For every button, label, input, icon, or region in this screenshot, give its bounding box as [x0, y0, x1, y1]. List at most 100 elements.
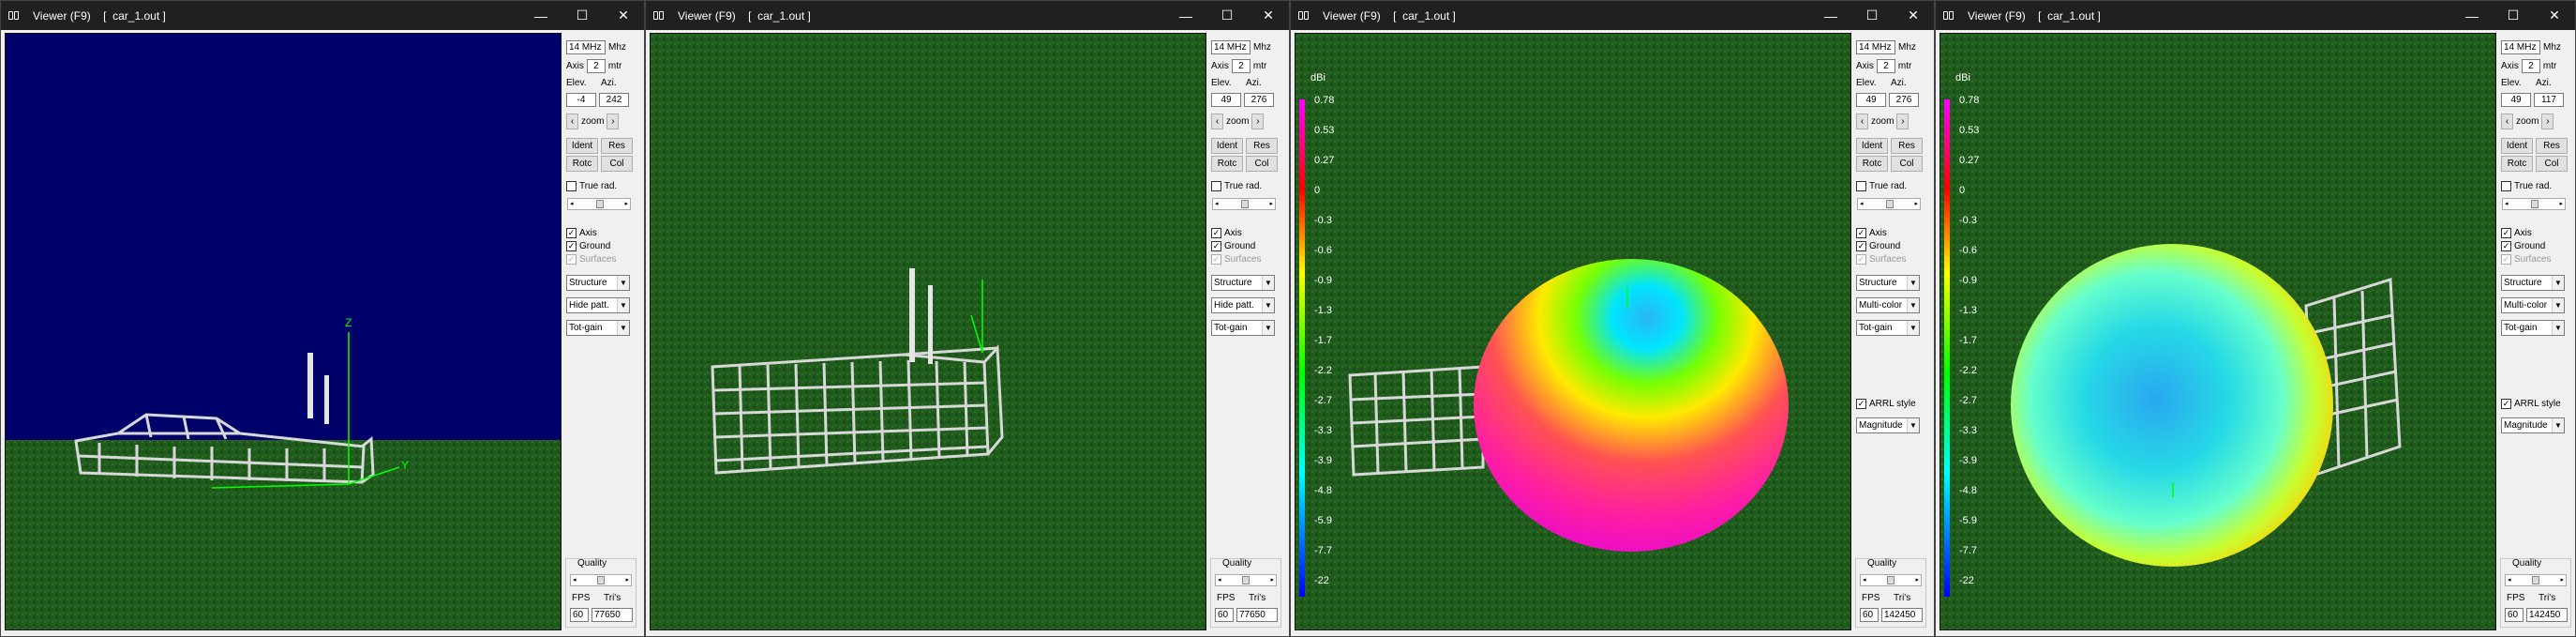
- gain-dropdown[interactable]: Tot-gain ▼: [1856, 320, 1920, 336]
- ident-button[interactable]: Ident: [2501, 138, 2533, 154]
- zoom-out-button[interactable]: ‹: [566, 114, 578, 129]
- true-rad-slider[interactable]: ◂ ▸: [567, 198, 631, 210]
- zoom-in-button[interactable]: ›: [2541, 114, 2554, 129]
- surfaces-checkbox[interactable]: ✓: [1211, 254, 1221, 265]
- res-button[interactable]: Res: [601, 138, 633, 154]
- close-icon[interactable]: ✕: [2534, 1, 2575, 30]
- pattern-dropdown[interactable]: Multi-color ▼: [1856, 297, 1920, 313]
- azimuth-field[interactable]: 276: [1889, 93, 1919, 107]
- maximize-icon[interactable]: ☐: [562, 1, 603, 30]
- maximize-icon[interactable]: ☐: [1206, 1, 1248, 30]
- true-rad-slider[interactable]: ◂ ▸: [2502, 198, 2566, 210]
- azimuth-field[interactable]: 276: [1244, 93, 1274, 107]
- axis-length-field[interactable]: 2: [1231, 59, 1251, 73]
- axis-length-field[interactable]: 2: [2521, 59, 2540, 73]
- col-button[interactable]: Col: [2536, 156, 2568, 172]
- structure-dropdown[interactable]: Structure ▼: [1211, 275, 1275, 291]
- elevation-field[interactable]: 49: [1856, 93, 1886, 107]
- col-button[interactable]: Col: [1891, 156, 1923, 172]
- arrl-style-checkbox[interactable]: ✓: [2501, 399, 2511, 409]
- ground-checkbox[interactable]: ✓: [1856, 241, 1866, 251]
- axis-checkbox[interactable]: ✓: [1211, 228, 1221, 238]
- res-button[interactable]: Res: [1246, 138, 1278, 154]
- true-rad-slider[interactable]: ◂ ▸: [1212, 198, 1276, 210]
- zoom-in-button[interactable]: ›: [607, 114, 620, 129]
- frequency-field[interactable]: 14 MHz: [1211, 40, 1251, 54]
- 3d-viewport[interactable]: Z Y: [5, 33, 562, 630]
- true-rad-slider[interactable]: ◂ ▸: [1857, 198, 1921, 210]
- frequency-field[interactable]: 14 MHz: [566, 40, 606, 54]
- minimize-icon[interactable]: —: [520, 1, 562, 30]
- axis-length-field[interactable]: 2: [586, 59, 606, 73]
- frequency-field[interactable]: 14 MHz: [1856, 40, 1895, 54]
- quality-slider[interactable]: ◂ ▸: [2505, 574, 2567, 586]
- title-bar[interactable]: Viewer (F9) [ car_1.out ] — ☐ ✕: [646, 1, 1289, 30]
- res-button[interactable]: Res: [1891, 138, 1923, 154]
- ident-button[interactable]: Ident: [1211, 138, 1243, 154]
- rotc-button[interactable]: Rotc: [1856, 156, 1888, 172]
- ground-checkbox[interactable]: ✓: [2501, 241, 2511, 251]
- true-rad-checkbox[interactable]: [566, 181, 577, 191]
- minimize-icon[interactable]: —: [1165, 1, 1206, 30]
- minimize-icon[interactable]: —: [1810, 1, 1851, 30]
- structure-dropdown[interactable]: Structure ▼: [1856, 275, 1920, 291]
- gain-dropdown[interactable]: Tot-gain ▼: [1211, 320, 1275, 336]
- axis-checkbox[interactable]: ✓: [2501, 228, 2511, 238]
- 3d-viewport[interactable]: dBi 0.78 0.53 0.27 0 -0.3 -0.6 -0.9 -1.3…: [1295, 33, 1851, 630]
- maximize-icon[interactable]: ☐: [1851, 1, 1893, 30]
- frequency-field[interactable]: 14 MHz: [2501, 40, 2540, 54]
- pattern-dropdown[interactable]: Hide patt. ▼: [1211, 297, 1275, 313]
- structure-dropdown[interactable]: Structure ▼: [2501, 275, 2565, 291]
- zoom-out-button[interactable]: ‹: [1211, 114, 1223, 129]
- azimuth-field[interactable]: 117: [2534, 93, 2564, 107]
- 3d-viewport[interactable]: dBi 0.78 0.53 0.27 0 -0.3 -0.6 -0.9 -1.3…: [1939, 33, 2496, 630]
- elevation-field[interactable]: 49: [1211, 93, 1241, 107]
- title-bar[interactable]: Viewer (F9) [ car_1.out ] — ☐ ✕: [1936, 1, 2575, 30]
- ground-checkbox[interactable]: ✓: [1211, 241, 1221, 251]
- structure-dropdown[interactable]: Structure ▼: [566, 275, 630, 291]
- rotc-button[interactable]: Rotc: [1211, 156, 1243, 172]
- zoom-out-button[interactable]: ‹: [2501, 114, 2513, 129]
- true-rad-checkbox[interactable]: [2501, 181, 2511, 191]
- minimize-icon[interactable]: —: [2451, 1, 2493, 30]
- azimuth-field[interactable]: 242: [599, 93, 629, 107]
- ident-button[interactable]: Ident: [1856, 138, 1888, 154]
- maximize-icon[interactable]: ☐: [2493, 1, 2534, 30]
- pattern-dropdown[interactable]: Multi-color ▼: [2501, 297, 2565, 313]
- axis-checkbox[interactable]: ✓: [1856, 228, 1866, 238]
- quality-slider[interactable]: ◂ ▸: [570, 574, 632, 586]
- rotc-button[interactable]: Rotc: [566, 156, 598, 172]
- magnitude-dropdown[interactable]: Magnitude ▼: [2501, 417, 2565, 433]
- magnitude-dropdown[interactable]: Magnitude ▼: [1856, 417, 1920, 433]
- gain-dropdown[interactable]: Tot-gain ▼: [566, 320, 630, 336]
- axis-checkbox[interactable]: ✓: [566, 228, 577, 238]
- title-bar[interactable]: Viewer (F9) [ car_1.out ] — ☐ ✕: [1291, 1, 1934, 30]
- elevation-field[interactable]: 49: [2501, 93, 2531, 107]
- gain-dropdown[interactable]: Tot-gain ▼: [2501, 320, 2565, 336]
- surfaces-checkbox[interactable]: ✓: [566, 254, 577, 265]
- zoom-in-button[interactable]: ›: [1251, 114, 1265, 129]
- close-icon[interactable]: ✕: [1893, 1, 1934, 30]
- close-icon[interactable]: ✕: [1248, 1, 1289, 30]
- surfaces-checkbox[interactable]: ✓: [1856, 254, 1866, 265]
- surfaces-checkbox[interactable]: ✓: [2501, 254, 2511, 265]
- ident-button[interactable]: Ident: [566, 138, 598, 154]
- res-button[interactable]: Res: [2536, 138, 2568, 154]
- col-button[interactable]: Col: [601, 156, 633, 172]
- close-icon[interactable]: ✕: [603, 1, 644, 30]
- pattern-dropdown[interactable]: Hide patt. ▼: [566, 297, 630, 313]
- quality-slider[interactable]: ◂ ▸: [1215, 574, 1277, 586]
- zoom-in-button[interactable]: ›: [1896, 114, 1910, 129]
- 3d-viewport[interactable]: [650, 33, 1206, 630]
- true-rad-checkbox[interactable]: [1211, 181, 1221, 191]
- axis-length-field[interactable]: 2: [1876, 59, 1895, 73]
- col-button[interactable]: Col: [1246, 156, 1278, 172]
- elevation-field[interactable]: -4: [566, 93, 596, 107]
- rotc-button[interactable]: Rotc: [2501, 156, 2533, 172]
- arrl-style-checkbox[interactable]: ✓: [1856, 399, 1866, 409]
- zoom-out-button[interactable]: ‹: [1856, 114, 1868, 129]
- ground-checkbox[interactable]: ✓: [566, 241, 577, 251]
- title-bar[interactable]: Viewer (F9) [ car_1.out ] — ☐ ✕: [1, 1, 644, 30]
- true-rad-checkbox[interactable]: [1856, 181, 1866, 191]
- quality-slider[interactable]: ◂ ▸: [1860, 574, 1922, 586]
